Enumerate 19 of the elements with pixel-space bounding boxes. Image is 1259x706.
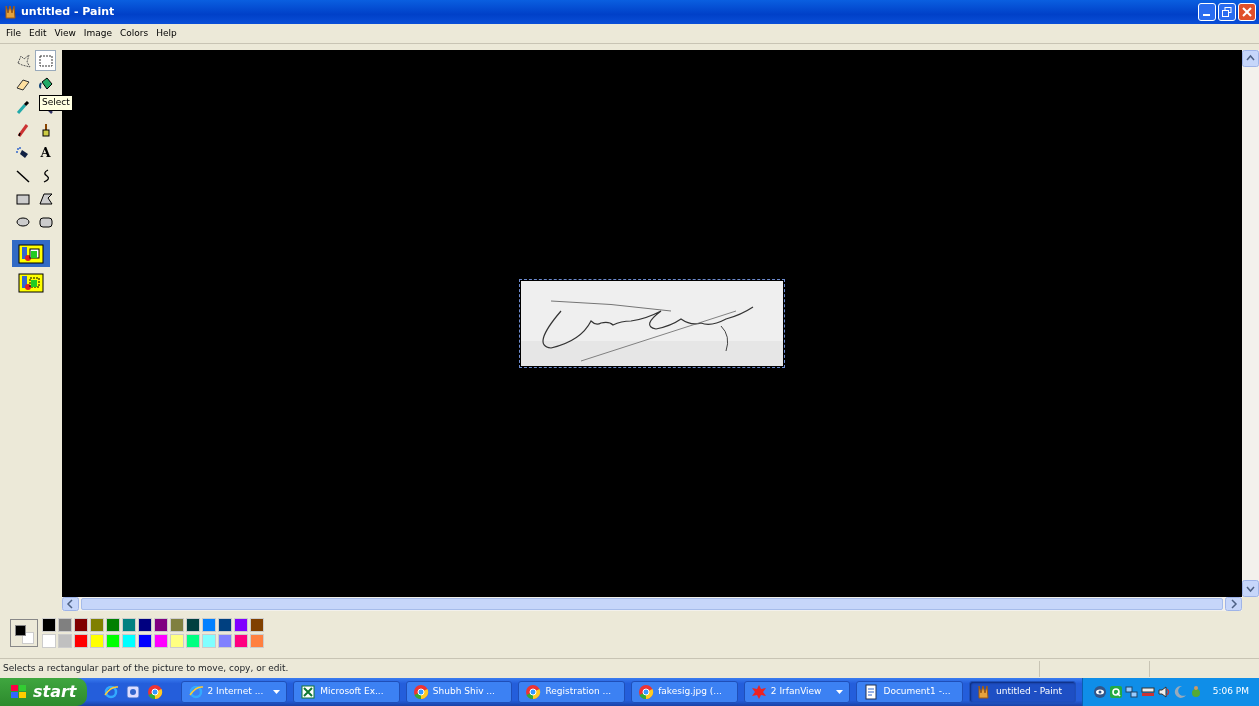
menu-item[interactable]: View [50, 26, 80, 41]
taskbar-button[interactable]: Microsoft Ex... [293, 681, 400, 703]
taskbar-button[interactable]: Registration ... [518, 681, 626, 703]
taskbar-button[interactable]: untitled - Paint [969, 681, 1076, 703]
window-title: untitled - Paint [21, 3, 115, 20]
taskbar-button[interactable]: 2 IrfanView [743, 681, 851, 703]
menu-item[interactable]: Edit [25, 26, 51, 41]
taskbar-button[interactable]: fakesig.jpg (... [631, 681, 738, 703]
tooltip: Select [39, 95, 73, 111]
clock: 5:06 PM [1212, 685, 1250, 699]
menu-item[interactable]: File [2, 26, 26, 41]
taskbar-button[interactable]: Document1 -... [856, 681, 964, 703]
start-button[interactable]: start [0, 678, 87, 706]
status-text: Selects a rectangular part of the picture to move, copy, or edit. [2, 661, 290, 675]
menu-item[interactable]: Image [79, 26, 117, 41]
menu-item[interactable]: Colors [116, 26, 153, 41]
menu-item[interactable]: Help [152, 26, 181, 41]
taskbar-button[interactable]: Shubh Shiv ... [405, 681, 513, 703]
taskbar-button[interactable]: 2 Internet ... [180, 681, 288, 703]
